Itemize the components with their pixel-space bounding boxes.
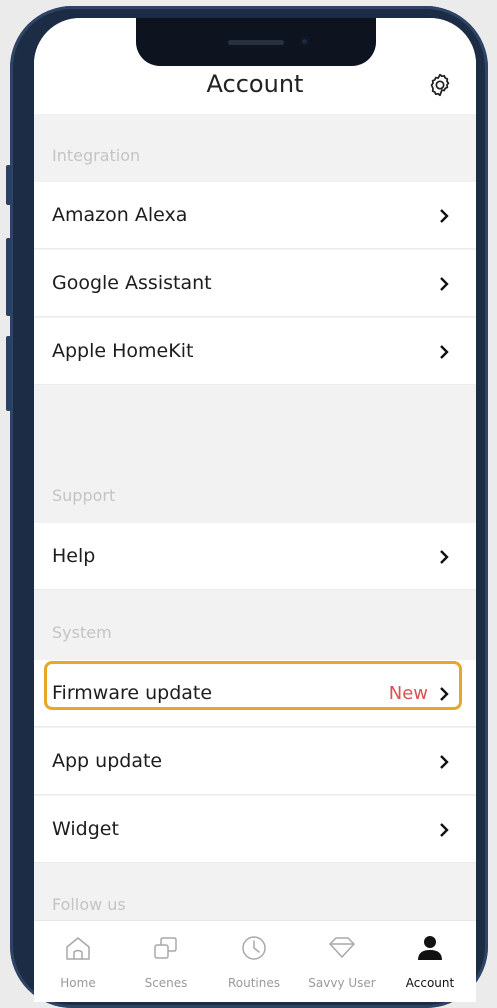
tab-routines[interactable]: Routines (210, 921, 298, 1002)
scenes-icon (154, 937, 177, 959)
tab-label: Routines (227, 976, 281, 990)
chevron-right-icon (440, 823, 449, 837)
row-widget[interactable]: Widget (34, 796, 476, 863)
tab-label: Home (60, 976, 96, 990)
page-title: Account (206, 70, 304, 98)
row-label: Google Assistant (52, 272, 212, 294)
row-google-assistant[interactable]: Google Assistant (34, 250, 476, 317)
camera (299, 36, 310, 47)
section-header-system: System (52, 623, 112, 642)
tab-account[interactable]: Account (386, 921, 474, 1002)
chevron-right-icon (440, 687, 449, 701)
chevron-right-icon (440, 345, 449, 359)
chevron-right-icon (440, 277, 449, 291)
row-firmware-update[interactable]: Firmware update New (34, 660, 476, 727)
tab-bar: Home Scenes Routines Savvy User Account (34, 920, 476, 1002)
section-header-support: Support (52, 486, 116, 505)
side-button (6, 336, 11, 411)
chevron-right-icon (440, 755, 449, 769)
side-button (6, 165, 11, 205)
tab-label: Savvy User (308, 976, 376, 990)
row-help[interactable]: Help (34, 523, 476, 590)
chevron-right-icon (440, 209, 449, 223)
row-app-update[interactable]: App update (34, 728, 476, 795)
notch (136, 18, 376, 66)
row-label: Help (52, 545, 96, 567)
user-icon (418, 936, 442, 960)
row-label: Firmware update (52, 682, 213, 704)
tab-savvy-user[interactable]: Savvy User (298, 921, 386, 1002)
app-screen: Account Integration Amazon Alexa Google … (34, 18, 476, 1002)
row-label: Widget (52, 818, 119, 840)
clock-icon (242, 936, 266, 960)
section-header-follow-us: Follow us (52, 895, 126, 914)
row-label: Amazon Alexa (52, 204, 188, 226)
side-button (6, 238, 11, 316)
section-header-integration: Integration (52, 146, 141, 165)
tab-home[interactable]: Home (34, 921, 122, 1002)
row-label: Apple HomeKit (52, 340, 194, 362)
new-badge: New (388, 683, 428, 704)
chevron-right-icon (440, 550, 449, 564)
gear-icon[interactable] (427, 72, 453, 98)
row-amazon-alexa[interactable]: Amazon Alexa (34, 182, 476, 249)
row-apple-homekit[interactable]: Apple HomeKit (34, 318, 476, 385)
tab-label: Account (405, 976, 455, 990)
tab-scenes[interactable]: Scenes (122, 921, 210, 1002)
diamond-icon (329, 937, 355, 958)
row-label: App update (52, 750, 163, 772)
speaker (228, 40, 284, 45)
tab-label: Scenes (144, 976, 188, 990)
home-icon (66, 937, 90, 960)
